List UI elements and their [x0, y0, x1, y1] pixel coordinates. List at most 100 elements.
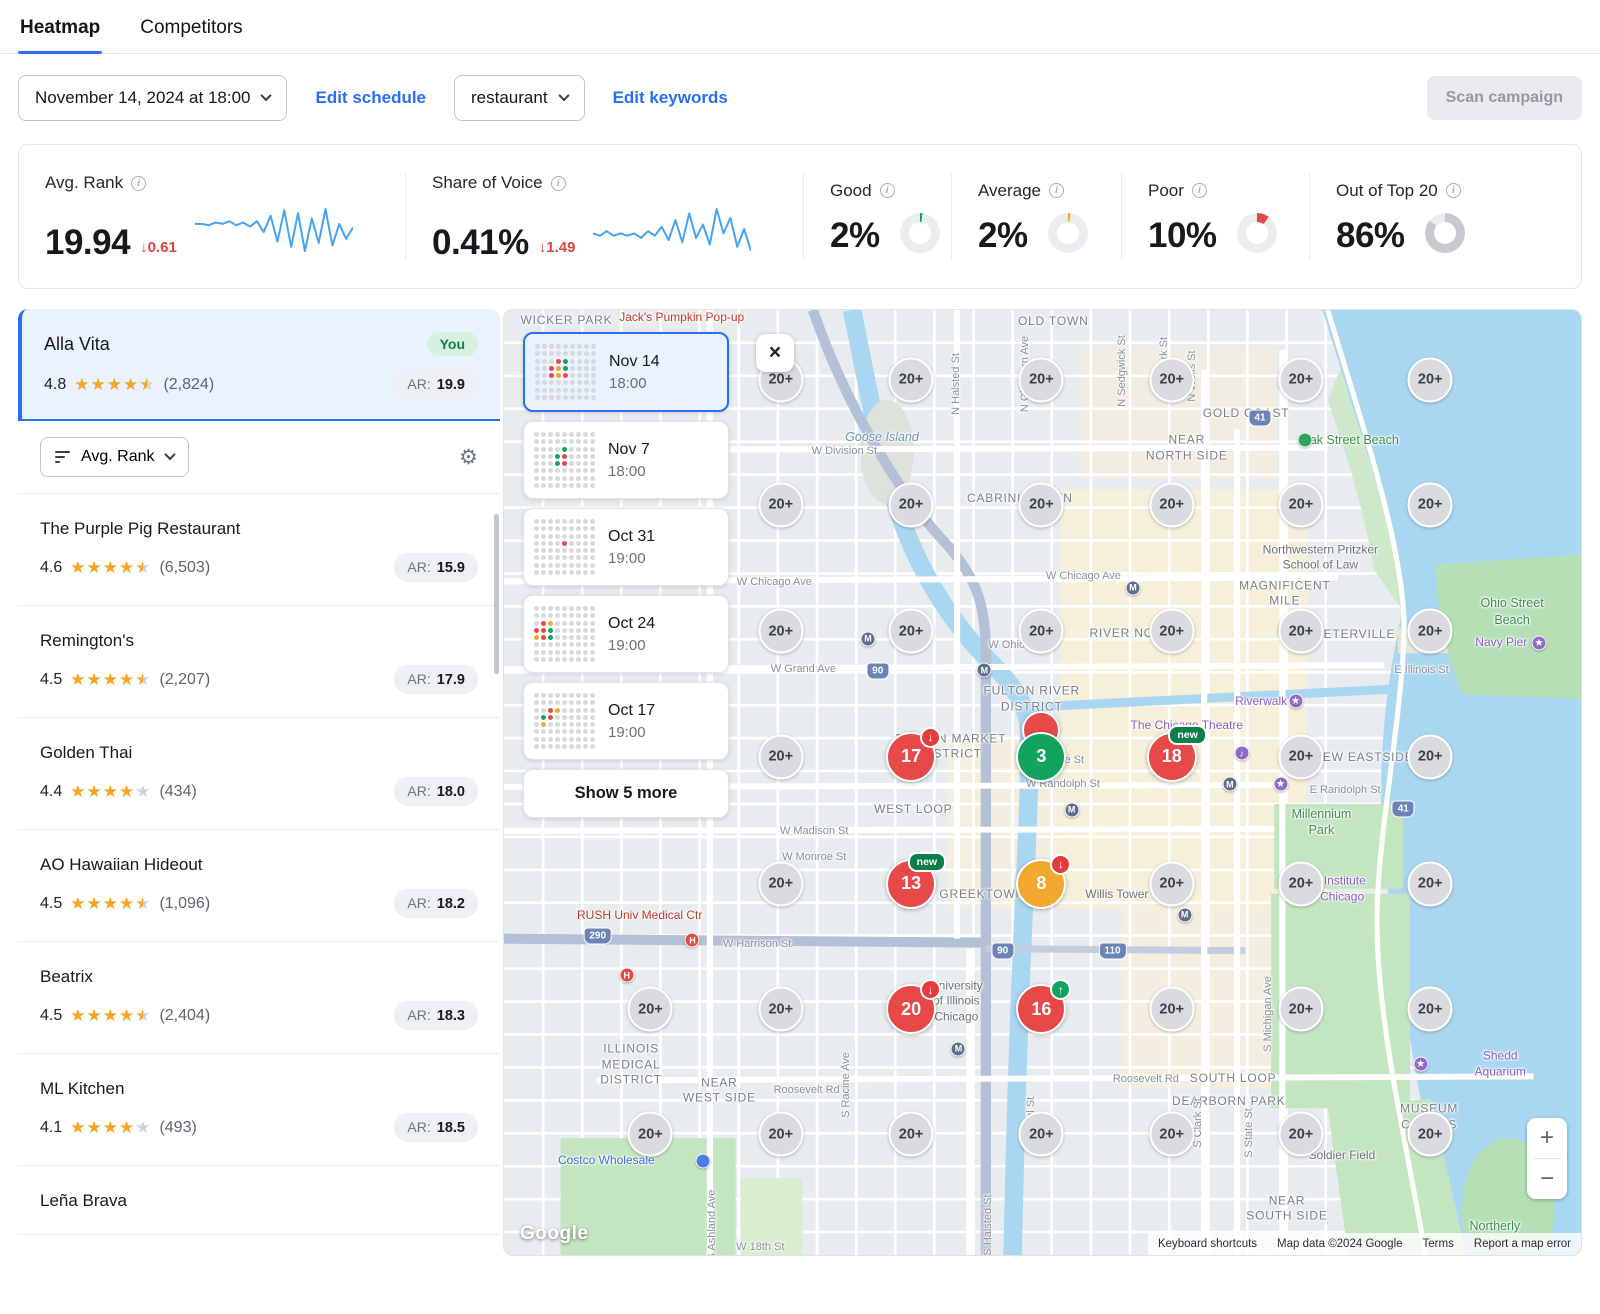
info-icon[interactable]: i	[1446, 183, 1461, 198]
pin-value: 20+	[1029, 1126, 1054, 1142]
map-pin[interactable]: 20+	[1408, 1112, 1453, 1157]
sov-sparkline	[593, 205, 751, 260]
zoom-in-button[interactable]: +	[1527, 1118, 1567, 1158]
list-item[interactable]: Remington's4.5★★★★★★★★★★(2,207)AR:17.9	[18, 606, 500, 718]
map-pin[interactable]: 20+	[889, 1112, 934, 1157]
map-pin[interactable]: 20+	[1278, 357, 1323, 402]
map-pin[interactable]: 20+	[1149, 482, 1194, 527]
map-pin[interactable]: 20↓	[886, 984, 936, 1034]
map-pin[interactable]: 20+	[1278, 987, 1323, 1032]
history-item[interactable]: Nov 1418:00	[523, 332, 729, 412]
map-pin[interactable]: 8↓	[1016, 859, 1066, 909]
map-pin[interactable]: 3	[1016, 732, 1066, 782]
info-icon[interactable]: i	[1192, 183, 1207, 198]
avg-rank-pill: AR: 19.9	[394, 370, 478, 399]
map-pin[interactable]: 20+	[1278, 734, 1323, 779]
tab-heatmap[interactable]: Heatmap	[18, 17, 102, 53]
map-pin[interactable]: 20+	[758, 1112, 803, 1157]
list-item[interactable]: The Purple Pig Restaurant4.6★★★★★★★★★★(6…	[18, 494, 500, 606]
business-name: Beatrix	[40, 967, 478, 987]
map-pin[interactable]: 20+	[889, 482, 934, 527]
map-pin[interactable]: 20+	[758, 734, 803, 779]
map-pin[interactable]: 20+	[1019, 609, 1064, 654]
map-pin[interactable]: 20+	[1278, 609, 1323, 654]
pin-value: 17	[901, 746, 921, 767]
map-pin[interactable]: 20+	[758, 609, 803, 654]
gear-icon[interactable]: ⚙	[459, 447, 478, 468]
map-pin[interactable]: 20+	[758, 987, 803, 1032]
terms-link[interactable]: Terms	[1423, 1238, 1454, 1250]
map-pin[interactable]: 20+	[1278, 482, 1323, 527]
history-item-text: Nov 1418:00	[609, 353, 660, 392]
close-icon[interactable]: ×	[756, 334, 794, 372]
map-pin[interactable]: 20+	[1019, 1112, 1064, 1157]
info-icon[interactable]: i	[131, 176, 146, 191]
map-pin[interactable]: 20+	[758, 482, 803, 527]
info-icon[interactable]: i	[1049, 183, 1064, 198]
map-pin[interactable]: 20+	[1408, 987, 1453, 1032]
attric-icon: ★	[1413, 1057, 1428, 1072]
your-business-card[interactable]: Alla Vita You 4.8 ★★★★★★★★★★ (2,824) AR:…	[18, 309, 500, 421]
map-data-copyright: Map data ©2024 Google	[1277, 1238, 1402, 1250]
pin-value: 20+	[768, 749, 793, 765]
history-item[interactable]: Oct 3119:00	[523, 508, 729, 586]
keyword-selector[interactable]: restaurant	[454, 75, 585, 121]
stat-label: Share of Voice	[432, 173, 543, 193]
scan-campaign-button[interactable]: Scan campaign	[1427, 76, 1582, 120]
out-of-top20-donut-chart	[1425, 213, 1465, 253]
show-more-button[interactable]: Show 5 more	[523, 769, 729, 818]
info-icon[interactable]: i	[880, 183, 895, 198]
map-canvas[interactable]: WICKER PARKJack's Pumpkin Pop-upOLD TOWN…	[503, 309, 1582, 1256]
pin-value: 8	[1036, 873, 1046, 894]
list-item[interactable]: ML Kitchen4.1★★★★★★★★★★(493)AR:18.5	[18, 1054, 500, 1166]
map-pin[interactable]: 20+	[758, 861, 803, 906]
map-pin[interactable]: 17↓	[886, 732, 936, 782]
map-pin[interactable]: 20+	[889, 609, 934, 654]
keyboard-shortcuts-link[interactable]: Keyboard shortcuts	[1158, 1238, 1257, 1250]
list-item[interactable]: Beatrix4.5★★★★★★★★★★(2,404)AR:18.3	[18, 942, 500, 1054]
map-pin[interactable]: 20+	[1149, 987, 1194, 1032]
edit-schedule-link[interactable]: Edit schedule	[315, 88, 426, 108]
star-rating: ★★★★★★★★★★	[70, 895, 151, 912]
map-pin[interactable]: 20+	[1408, 609, 1453, 654]
list-scrollbar[interactable]	[494, 514, 499, 674]
history-item[interactable]: Oct 2419:00	[523, 595, 729, 673]
heatmap-thumbnail	[534, 519, 596, 575]
map-pin[interactable]: 20+	[1149, 357, 1194, 402]
map-pin[interactable]: 13new	[886, 859, 936, 909]
list-item[interactable]: Golden Thai4.4★★★★★★★★★★(434)AR:18.0	[18, 718, 500, 830]
map-pin[interactable]: 20+	[1149, 609, 1194, 654]
info-icon[interactable]: i	[551, 176, 566, 191]
pin-value: 20+	[899, 497, 924, 513]
map-pin[interactable]: 20+	[1408, 734, 1453, 779]
map-pin[interactable]: 20+	[889, 357, 934, 402]
sort-selector[interactable]: Avg. Rank	[40, 437, 189, 477]
map-pin[interactable]: 20+	[1278, 1112, 1323, 1157]
map-pin[interactable]: 20+	[1408, 357, 1453, 402]
map-pin[interactable]: 20+	[628, 987, 673, 1032]
zoom-out-button[interactable]: −	[1527, 1159, 1567, 1199]
list-item[interactable]: AO Hawaiian Hideout4.5★★★★★★★★★★(1,096)A…	[18, 830, 500, 942]
metro-icon: M	[861, 631, 876, 646]
map-pin[interactable]: 18new	[1147, 732, 1197, 782]
map-pin[interactable]: 20+	[1149, 1112, 1194, 1157]
tab-competitors[interactable]: Competitors	[138, 17, 244, 53]
map-pin[interactable]: 20+	[1408, 861, 1453, 906]
map-pin[interactable]: 20+	[628, 1112, 673, 1157]
date-selector[interactable]: November 14, 2024 at 18:00	[18, 75, 287, 121]
history-item[interactable]: Oct 1719:00	[523, 682, 729, 760]
map-pin[interactable]: 20+	[1408, 482, 1453, 527]
map-pin[interactable]: 20+	[1019, 482, 1064, 527]
review-count: (493)	[159, 1119, 196, 1137]
map-pin[interactable]: 16↑	[1016, 984, 1066, 1034]
edit-keywords-link[interactable]: Edit keywords	[613, 88, 728, 108]
list-item[interactable]: Leña Brava	[18, 1166, 500, 1235]
chevron-down-icon	[164, 448, 175, 459]
report-map-error-link[interactable]: Report a map error	[1474, 1238, 1571, 1250]
map-pin[interactable]: 20+	[1019, 357, 1064, 402]
parkic-icon	[1298, 433, 1313, 448]
map-pin[interactable]: 20+	[1278, 861, 1323, 906]
map-pin[interactable]: 20+	[1149, 861, 1194, 906]
review-count: (2,404)	[159, 1007, 210, 1025]
history-item[interactable]: Nov 718:00	[523, 421, 729, 499]
